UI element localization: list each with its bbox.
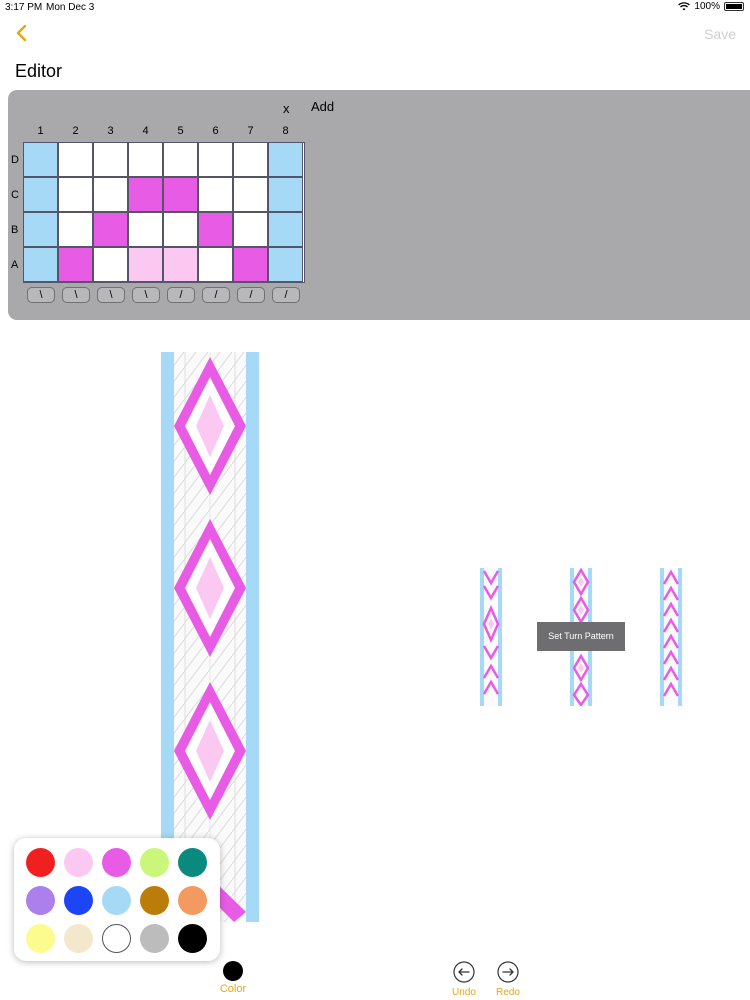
column-number: 8: [282, 125, 289, 137]
band-preview: [160, 352, 260, 922]
grid-cell[interactable]: [198, 142, 233, 177]
color-swatch[interactable]: [64, 886, 93, 915]
redo-icon[interactable]: [495, 959, 521, 985]
grid-cell[interactable]: [93, 142, 128, 177]
grid-cell[interactable]: [268, 247, 303, 282]
direction-toggle[interactable]: \: [27, 287, 55, 303]
direction-toggle[interactable]: /: [237, 287, 265, 303]
grid-cell[interactable]: [233, 142, 268, 177]
column-number: 7: [247, 125, 254, 137]
grid-cell[interactable]: [233, 177, 268, 212]
grid-cell[interactable]: [198, 247, 233, 282]
current-color-swatch[interactable]: [223, 961, 243, 981]
page-title: Editor: [15, 61, 63, 81]
status-bar: 3:17 PM Mon Dec 3 100%: [0, 0, 750, 16]
direction-toggle[interactable]: /: [202, 287, 230, 303]
column-number: 3: [107, 125, 114, 137]
chevron-left-icon[interactable]: [12, 22, 32, 44]
grid-cell[interactable]: [128, 212, 163, 247]
turn-pattern-preview[interactable]: [659, 568, 683, 706]
grid-cell[interactable]: [268, 212, 303, 247]
add-card-button[interactable]: Add: [311, 99, 334, 114]
grid-cell[interactable]: [23, 212, 58, 247]
undo-button[interactable]: Undo: [446, 987, 482, 998]
row-label: D: [11, 154, 19, 166]
color-palette: [14, 838, 220, 961]
color-swatch[interactable]: [64, 924, 93, 953]
grid-cell[interactable]: [198, 212, 233, 247]
column-number: 5: [177, 125, 184, 137]
color-swatch[interactable]: [64, 848, 93, 877]
row-label: A: [11, 259, 19, 271]
color-swatch[interactable]: [178, 886, 207, 915]
grid-cell[interactable]: [268, 177, 303, 212]
grid-cell[interactable]: [233, 212, 268, 247]
grid-cell[interactable]: [163, 247, 198, 282]
color-swatch[interactable]: [102, 924, 131, 953]
grid-cell[interactable]: [93, 247, 128, 282]
grid-cell[interactable]: [128, 177, 163, 212]
color-swatch[interactable]: [140, 924, 169, 953]
grid-cell[interactable]: [128, 247, 163, 282]
direction-toggle[interactable]: /: [272, 287, 300, 303]
grid-cell[interactable]: [93, 177, 128, 212]
grid-cell[interactable]: [58, 212, 93, 247]
color-button-label[interactable]: Color: [212, 983, 254, 995]
battery-percent: 100%: [694, 1, 720, 12]
grid-cell[interactable]: [58, 247, 93, 282]
color-swatch[interactable]: [140, 848, 169, 877]
direction-toggle[interactable]: \: [97, 287, 125, 303]
color-swatch[interactable]: [26, 886, 55, 915]
grid-cell[interactable]: [128, 142, 163, 177]
grid-cell[interactable]: [58, 177, 93, 212]
grid-cell[interactable]: [233, 247, 268, 282]
grid-cell[interactable]: [23, 142, 58, 177]
remove-card-button[interactable]: x: [283, 101, 290, 116]
color-swatch[interactable]: [102, 886, 131, 915]
grid-cell[interactable]: [163, 212, 198, 247]
battery-icon: [724, 2, 744, 11]
direction-toggle[interactable]: /: [167, 287, 195, 303]
grid-cell[interactable]: [23, 177, 58, 212]
grid-cell[interactable]: [23, 247, 58, 282]
save-button[interactable]: Save: [704, 26, 736, 42]
row-label: C: [11, 189, 19, 201]
direction-toggle[interactable]: \: [62, 287, 90, 303]
grid-cell[interactable]: [268, 142, 303, 177]
thread-grid: [23, 142, 305, 283]
status-time: 3:17 PM: [5, 2, 43, 13]
wifi-icon: [678, 2, 691, 11]
column-number: 2: [72, 125, 79, 137]
color-swatch[interactable]: [178, 848, 207, 877]
color-swatch[interactable]: [102, 848, 131, 877]
direction-toggle[interactable]: \: [132, 287, 160, 303]
redo-button[interactable]: Redo: [490, 987, 526, 998]
row-label: B: [11, 224, 19, 236]
color-swatch[interactable]: [140, 886, 169, 915]
turn-pattern-tooltip[interactable]: Set Turn Pattern: [537, 622, 625, 651]
column-number: 1: [37, 125, 44, 137]
color-swatch[interactable]: [26, 924, 55, 953]
turn-pattern-preview[interactable]: [479, 568, 503, 706]
status-date: Mon Dec 3: [46, 2, 95, 13]
grid-cell[interactable]: [198, 177, 233, 212]
color-swatch[interactable]: [178, 924, 207, 953]
undo-icon[interactable]: [451, 959, 477, 985]
color-swatch[interactable]: [26, 848, 55, 877]
status-right: 100%: [678, 1, 744, 12]
column-number: 6: [212, 125, 219, 137]
grid-cell[interactable]: [163, 177, 198, 212]
grid-cell[interactable]: [58, 142, 93, 177]
grid-cell[interactable]: [163, 142, 198, 177]
grid-cell[interactable]: [93, 212, 128, 247]
column-number: 4: [142, 125, 149, 137]
